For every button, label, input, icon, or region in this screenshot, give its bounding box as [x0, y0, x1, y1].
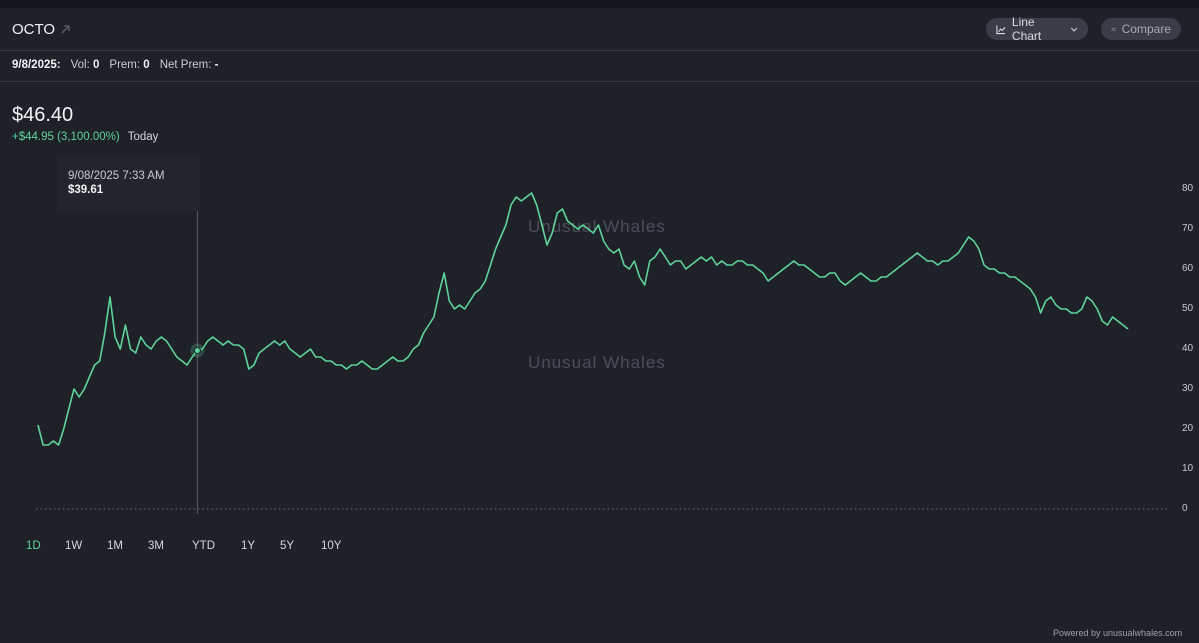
range-1m[interactable]: 1M	[107, 540, 123, 552]
y-tick-label: 0	[1182, 503, 1188, 514]
tooltip-price: $39.61	[68, 184, 104, 196]
y-tick-label: 60	[1182, 263, 1194, 274]
range-1d[interactable]: 1D	[26, 540, 41, 552]
y-tick-label: 50	[1182, 303, 1194, 314]
y-tick-label: 30	[1182, 383, 1194, 394]
y-tick-label: 80	[1182, 183, 1194, 194]
range-ytd[interactable]: YTD	[192, 540, 215, 552]
y-tick-label: 10	[1182, 463, 1194, 474]
range-3m[interactable]: 3M	[148, 540, 164, 552]
y-tick-label: 40	[1182, 343, 1194, 354]
y-tick-label: 20	[1182, 423, 1194, 434]
range-1w[interactable]: 1W	[65, 540, 82, 552]
y-tick-label: 70	[1182, 223, 1194, 234]
tooltip-datetime: 9/08/2025 7:33 AM	[68, 170, 165, 182]
powered-by: Powered by unusualwhales.com	[1053, 628, 1183, 638]
price-chart[interactable]	[0, 0, 1199, 643]
price-line	[37, 192, 1129, 446]
range-10y[interactable]: 10Y	[321, 540, 341, 552]
range-1y[interactable]: 1Y	[241, 540, 255, 552]
cursor-dot	[193, 347, 201, 355]
range-5y[interactable]: 5Y	[280, 540, 294, 552]
hover-tooltip: 9/08/2025 7:33 AM $39.61	[58, 156, 200, 211]
